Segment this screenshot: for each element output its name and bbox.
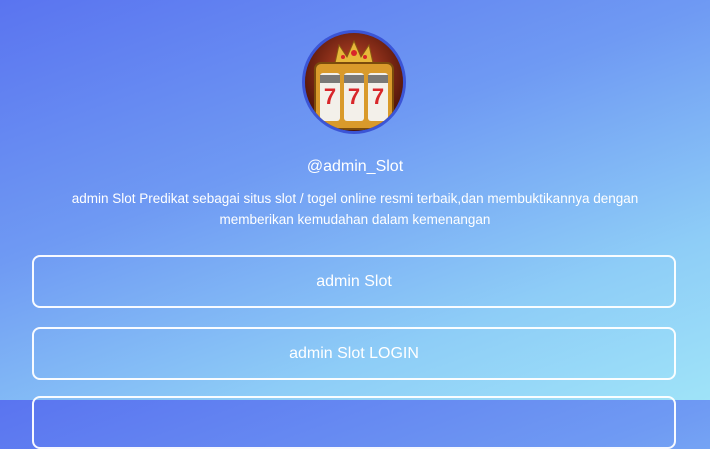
svg-text:7: 7 bbox=[324, 84, 336, 109]
link-button-third[interactable] bbox=[32, 396, 676, 449]
profile-bio: admin Slot Predikat sebagai situs slot /… bbox=[71, 191, 639, 227]
link-button-admin-slot-login[interactable]: admin Slot LOGIN bbox=[32, 327, 676, 380]
link-button-label: admin Slot LOGIN bbox=[289, 344, 419, 362]
link-button-admin-slot[interactable]: admin Slot bbox=[32, 255, 676, 308]
svg-text:7: 7 bbox=[372, 84, 384, 109]
link-button-label: admin Slot bbox=[316, 272, 392, 290]
svg-text:7: 7 bbox=[348, 84, 360, 109]
profile-handle: @admin_Slot bbox=[306, 158, 404, 175]
avatar: 7 7 7 bbox=[305, 33, 403, 131]
slot-machine-icon: 7 7 7 bbox=[305, 33, 403, 131]
